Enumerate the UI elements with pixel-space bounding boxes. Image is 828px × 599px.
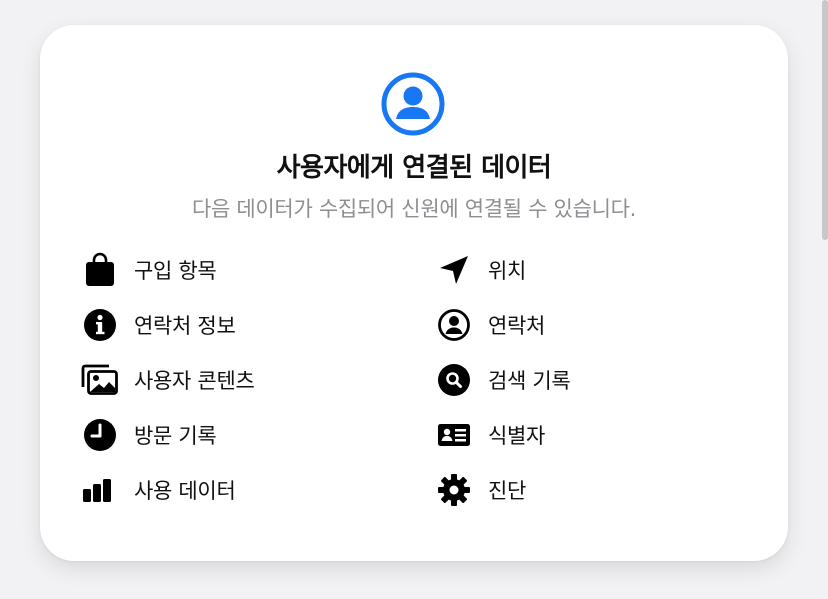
section-title: 사용자에게 연결된 데이터 bbox=[276, 153, 552, 183]
clock-icon bbox=[81, 416, 119, 454]
data-item-label: 연락처 정보 bbox=[134, 314, 236, 338]
person-circle-outline-icon bbox=[435, 306, 473, 344]
data-item-contacts: 연락처 bbox=[435, 305, 545, 345]
search-circle-icon bbox=[435, 361, 473, 399]
data-item-diagnostics: 진단 bbox=[435, 470, 526, 510]
scrollbar[interactable] bbox=[822, 0, 828, 240]
data-item-purchases: 구입 항목 bbox=[81, 250, 217, 290]
bar-chart-icon bbox=[81, 471, 119, 509]
data-item-label: 위치 bbox=[488, 259, 527, 283]
data-item-label: 사용자 콘텐츠 bbox=[134, 369, 255, 393]
photos-icon bbox=[81, 361, 119, 399]
section-subtitle: 다음 데이터가 수집되어 신원에 연결될 수 있습니다. bbox=[191, 197, 637, 221]
data-item-usage-data: 사용 데이터 bbox=[81, 470, 236, 510]
data-item-identifiers: 식별자 bbox=[435, 415, 545, 455]
person-circle-icon bbox=[381, 72, 445, 136]
data-item-user-content: 사용자 콘텐츠 bbox=[81, 360, 255, 400]
data-item-label: 연락처 bbox=[488, 314, 546, 338]
data-item-label: 진단 bbox=[488, 479, 527, 503]
privacy-card: 사용자에게 연결된 데이터 다음 데이터가 수집되어 신원에 연결될 수 있습니… bbox=[40, 25, 788, 561]
location-arrow-icon bbox=[435, 251, 473, 289]
data-item-label: 식별자 bbox=[488, 424, 546, 448]
data-item-label: 사용 데이터 bbox=[134, 479, 236, 503]
data-item-label: 구입 항목 bbox=[134, 259, 217, 283]
data-item-location: 위치 bbox=[435, 250, 526, 290]
data-item-search-history: 검색 기록 bbox=[435, 360, 571, 400]
data-item-contact-info: 연락처 정보 bbox=[81, 305, 236, 345]
gear-icon bbox=[435, 471, 473, 509]
info-circle-icon bbox=[81, 306, 119, 344]
data-item-browsing-history: 방문 기록 bbox=[81, 415, 217, 455]
data-item-label: 방문 기록 bbox=[134, 424, 217, 448]
data-item-label: 검색 기록 bbox=[488, 369, 571, 393]
id-card-icon bbox=[435, 416, 473, 454]
shopping-bag-icon bbox=[81, 251, 119, 289]
